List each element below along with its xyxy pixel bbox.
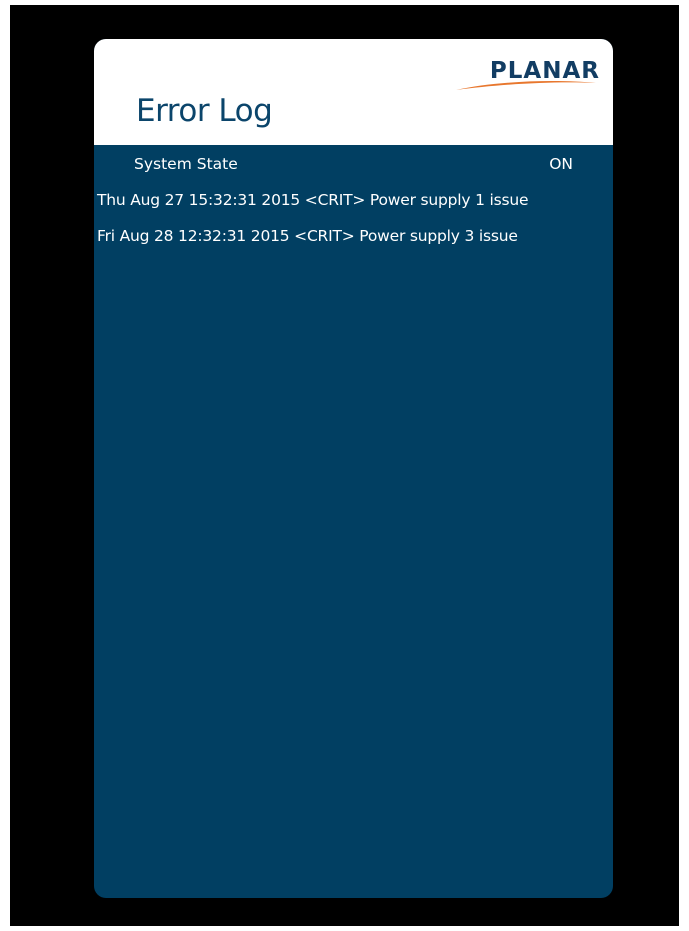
planar-logo: PLANAR	[456, 58, 600, 94]
log-entry: Fri Aug 28 12:32:31 2015 <CRIT> Power su…	[97, 227, 518, 245]
header-bar: PLANAR Error Log	[94, 39, 613, 145]
logo-swoosh-icon	[456, 81, 596, 90]
system-state-row: System State ON	[94, 151, 613, 177]
log-entry: Thu Aug 27 15:32:31 2015 <CRIT> Power su…	[97, 191, 529, 209]
system-state-label: System State	[134, 155, 238, 173]
page-title: Error Log	[136, 93, 273, 129]
error-log-list: Thu Aug 27 15:32:31 2015 <CRIT> Power su…	[97, 187, 613, 259]
error-log-screen: PLANAR Error Log System State ON Thu Aug…	[94, 39, 613, 898]
system-state-value: ON	[549, 155, 573, 173]
